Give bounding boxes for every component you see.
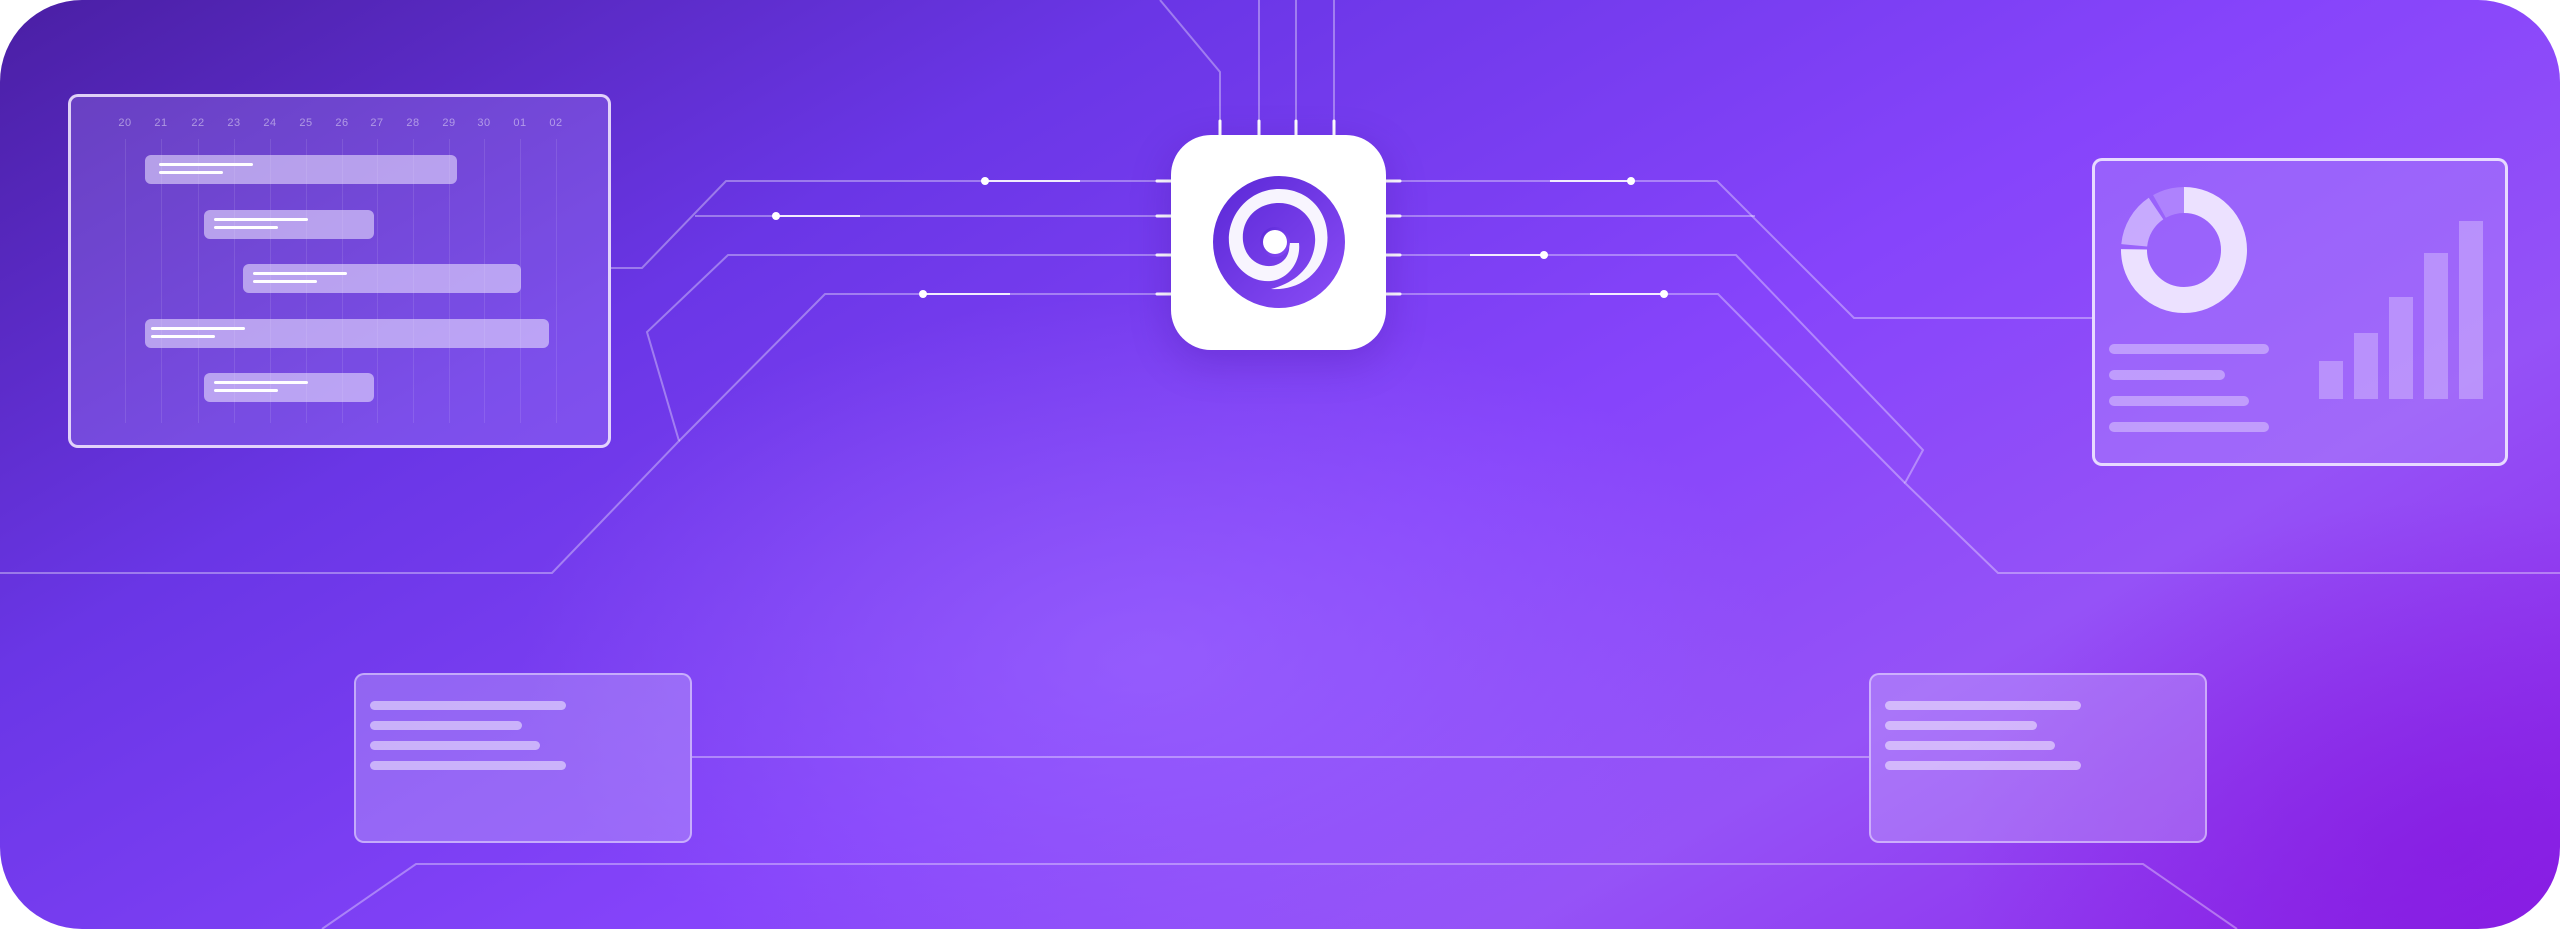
timeline-panel: 20 21 22 23 24 25 26 27 28 29 30 01 02 [68, 94, 611, 448]
date-label: 22 [191, 117, 205, 129]
trace-right-1 [1398, 180, 2092, 319]
timeline-task-bar [145, 155, 457, 184]
trace-top-diagonal [1159, 0, 1221, 135]
date-label: 30 [477, 117, 491, 129]
date-label: 28 [406, 117, 420, 129]
trace-right-4 [1398, 293, 1906, 484]
trace-left-4 [678, 293, 1160, 442]
timeline-task-bar [204, 373, 374, 402]
date-label: 27 [370, 117, 384, 129]
date-label: 02 [549, 117, 563, 129]
date-label: 21 [154, 117, 168, 129]
swirl-logo-icon [1213, 176, 1345, 308]
timeline-task-bar [243, 264, 521, 293]
logo-chip [1171, 135, 1386, 350]
text-card-icon [1869, 673, 2207, 843]
analytics-panel [2092, 158, 2508, 466]
date-label: 29 [442, 117, 456, 129]
timeline-dates: 20 21 22 23 24 25 26 27 28 29 30 01 02 [71, 117, 608, 135]
date-label: 01 [513, 117, 527, 129]
date-label: 26 [335, 117, 349, 129]
hero-banner: 20 21 22 23 24 25 26 27 28 29 30 01 02 [0, 0, 2560, 929]
timeline-task-bar [204, 210, 374, 239]
trace-bottom [321, 863, 2238, 929]
date-label: 24 [263, 117, 277, 129]
date-label: 23 [227, 117, 241, 129]
date-label: 20 [118, 117, 132, 129]
timeline-task-bar [145, 319, 549, 348]
donut-chart-icon [2121, 187, 2247, 313]
text-card-icon [354, 673, 692, 843]
date-label: 25 [299, 117, 313, 129]
